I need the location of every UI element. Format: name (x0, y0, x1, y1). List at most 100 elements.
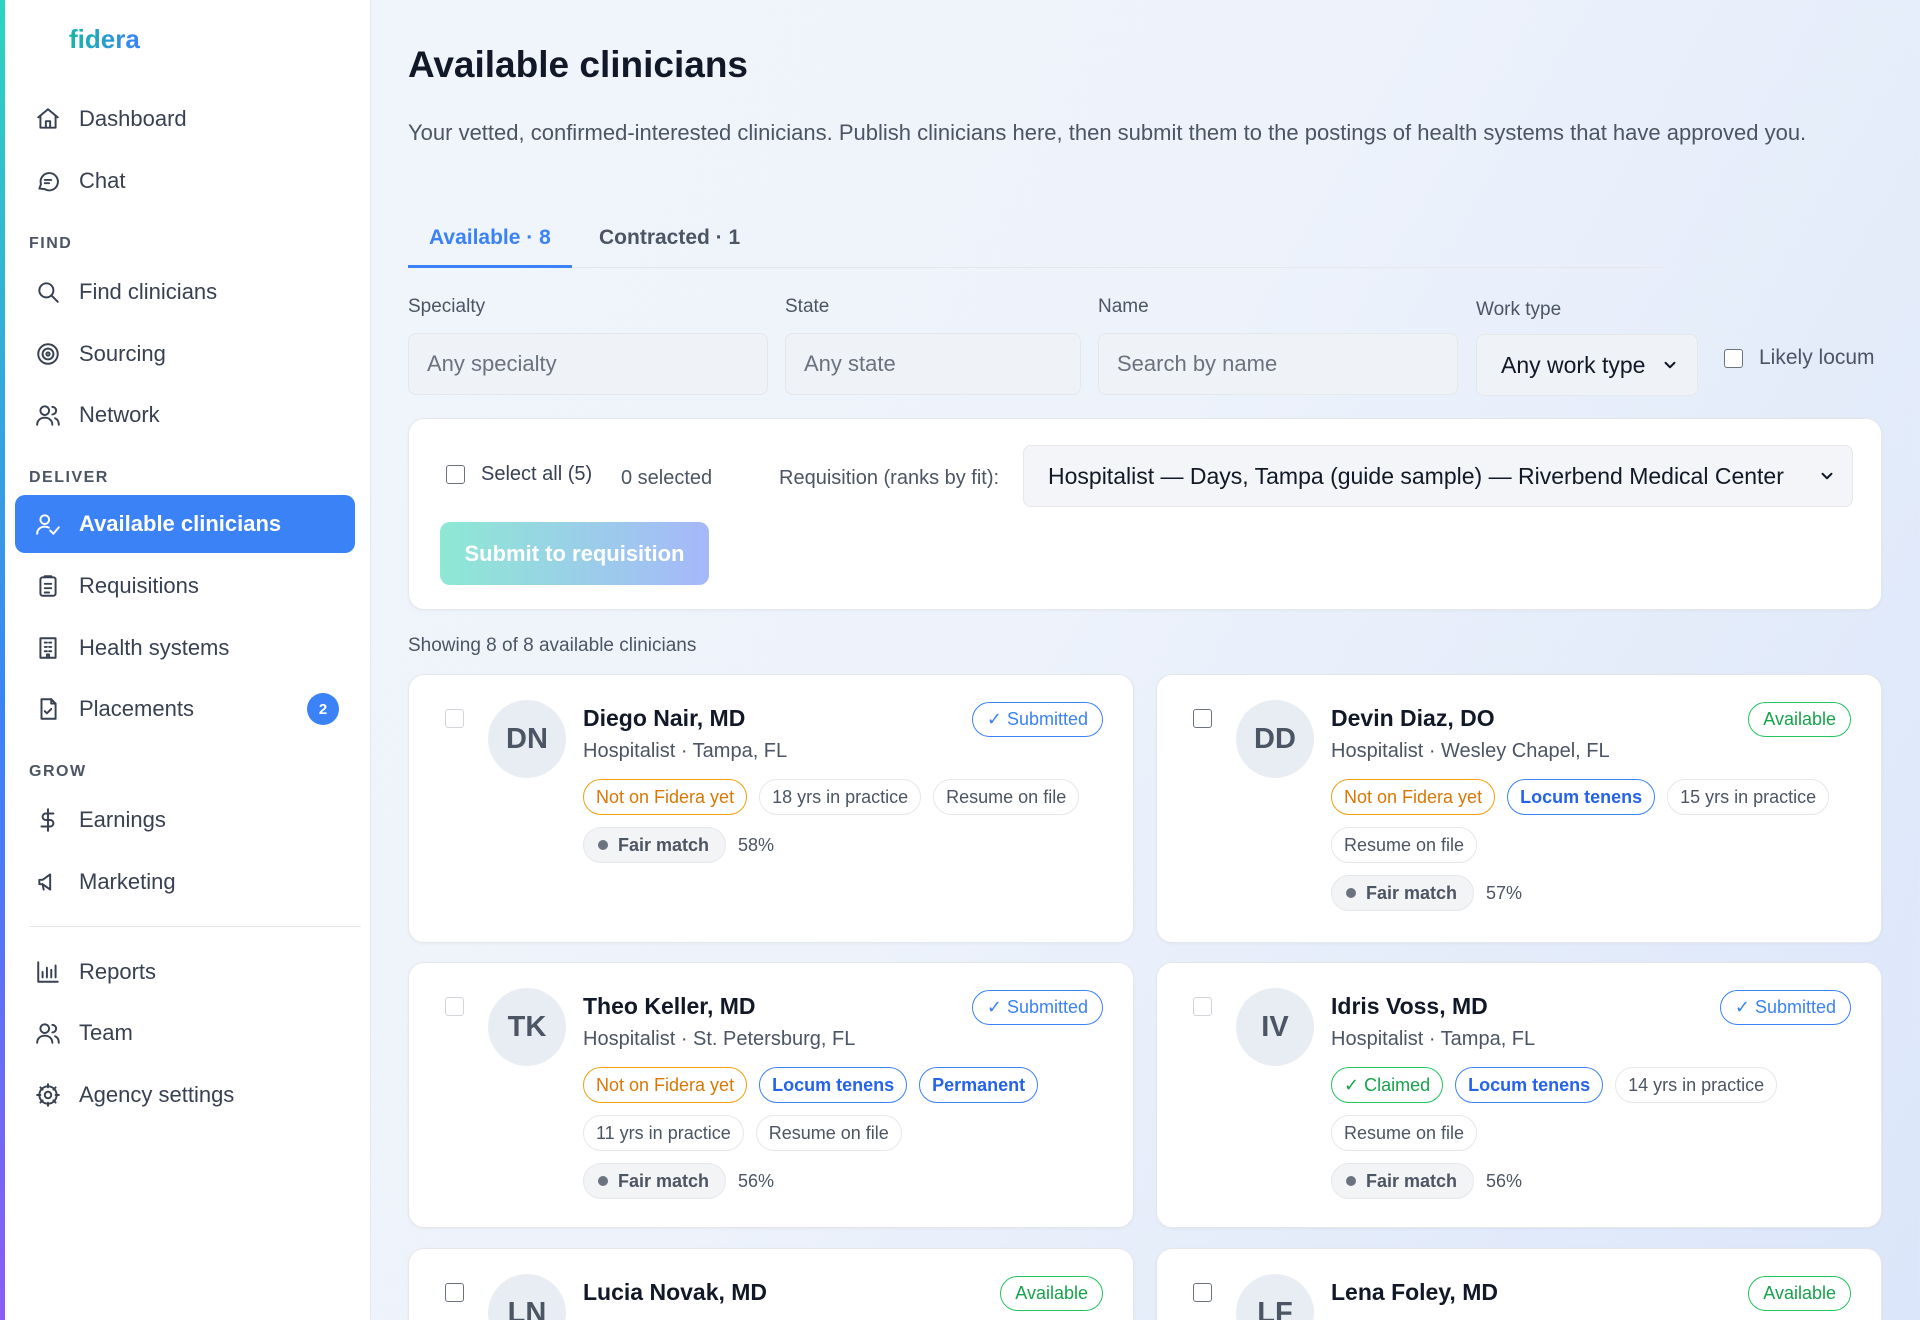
match-dot (1346, 888, 1356, 898)
select-all-checkbox[interactable] (446, 465, 465, 484)
sidebar-item-label: Placements (79, 696, 194, 721)
avatar: IV (1236, 988, 1314, 1066)
status-badge: Available (1748, 1276, 1851, 1311)
match-dot (598, 840, 608, 850)
tag-locum-tenens: Locum tenens (1455, 1067, 1604, 1103)
sidebar-item-placements[interactable]: Placements 2 (15, 680, 355, 738)
clinician-specialty-location: Hospitalist · Wesley Chapel, FL (1331, 740, 1610, 762)
name-label: Name (1098, 296, 1149, 317)
page-subtitle: Your vetted, confirmed-interested clinic… (408, 120, 1807, 145)
tag-experience: 11 yrs in practice (583, 1115, 744, 1151)
name-search-input[interactable] (1098, 333, 1458, 395)
sidebar-item-agency-settings[interactable]: Agency settings (15, 1066, 355, 1124)
bar-chart-icon (37, 961, 59, 983)
tag-list: Not on Fidera yet 18 yrs in practice Res… (583, 779, 1113, 863)
match-percent: 58% (738, 834, 775, 855)
sidebar-item-find-clinicians[interactable]: Find clinicians (15, 263, 355, 321)
match-label: Fair match (618, 1170, 710, 1191)
brand-logo[interactable]: fidera (69, 24, 140, 55)
sidebar-item-health-systems[interactable]: Health systems (15, 619, 355, 677)
sidebar-item-label: Chat (79, 168, 126, 193)
sidebar-item-label: Requisitions (79, 573, 199, 598)
sidebar-item-earnings[interactable]: Earnings (15, 791, 355, 849)
tag-list: ✓ Claimed Locum tenens 14 yrs in practic… (1331, 1067, 1861, 1199)
match-percent: 56% (738, 1170, 775, 1191)
card-select-checkbox[interactable] (1193, 1283, 1212, 1302)
clinician-card[interactable]: TK Theo Keller, MD Hospitalist · St. Pet… (408, 962, 1134, 1228)
sidebar-item-reports[interactable]: Reports (15, 943, 355, 1001)
search-icon (38, 282, 59, 303)
clinician-card[interactable]: DD Devin Diaz, DO Hospitalist · Wesley C… (1156, 674, 1882, 943)
card-select-checkbox[interactable] (445, 709, 464, 728)
card-select-checkbox[interactable] (1193, 997, 1212, 1016)
clinician-specialty-location: Hospitalist · St. Petersburg, FL (583, 1028, 856, 1050)
sidebar-item-dashboard[interactable]: Dashboard (15, 90, 355, 148)
home-icon (37, 108, 59, 129)
card-select-checkbox[interactable] (445, 1283, 464, 1302)
tag-locum-tenens: Locum tenens (759, 1067, 908, 1103)
status-badge: Available (1000, 1276, 1103, 1311)
tag-locum-tenens: Locum tenens (1507, 779, 1656, 815)
likely-locum-label: Likely locum (1759, 346, 1875, 369)
sidebar-item-network[interactable]: Network (15, 386, 355, 444)
work-type-label: Work type (1476, 299, 1562, 320)
sidebar-item-requisitions[interactable]: Requisitions (15, 557, 355, 615)
state-input[interactable] (785, 333, 1081, 395)
tag-not-on-fidera: Not on Fidera yet (583, 779, 748, 815)
clinician-name[interactable]: Idris Voss, MD (1331, 993, 1488, 1020)
work-type-value: Any work type (1501, 351, 1646, 378)
clinician-name[interactable]: Lena Foley, MD (1331, 1279, 1498, 1306)
likely-locum-checkbox[interactable] (1724, 348, 1743, 368)
tab-available[interactable]: Available · 8 (408, 222, 572, 268)
sidebar-item-team[interactable]: Team (15, 1004, 355, 1062)
clinician-specialty-location: Hospitalist · Tampa, FL (583, 740, 788, 762)
users-icon (36, 405, 60, 426)
sidebar-item-chat[interactable]: Chat (15, 152, 355, 210)
sidebar-item-sourcing[interactable]: Sourcing (15, 325, 355, 383)
avatar: LF (1236, 1274, 1314, 1320)
tab-bar: Available · 8 Contracted · 1 (408, 222, 1663, 268)
select-all[interactable]: Select all (5) (446, 463, 592, 486)
sidebar-item-label: Marketing (79, 869, 176, 894)
clinician-name[interactable]: Theo Keller, MD (583, 993, 756, 1020)
selected-count: 0 selected (621, 467, 713, 489)
tag-resume: Resume on file (1331, 1115, 1478, 1151)
status-badge: ✓ Submitted (971, 702, 1103, 737)
requisition-select[interactable]: Hospitalist — Days, Tampa (guide sample)… (1023, 445, 1853, 507)
sidebar-item-label: Sourcing (79, 341, 166, 366)
likely-locum-filter[interactable]: Likely locum (1724, 346, 1875, 370)
work-type-select[interactable]: Any work type (1476, 334, 1698, 396)
clinician-card[interactable]: IV Idris Voss, MD Hospitalist · Tampa, F… (1156, 962, 1882, 1228)
megaphone-icon (38, 873, 52, 891)
match-badge: Fair match (583, 827, 727, 863)
tag-claimed: ✓ Claimed (1331, 1067, 1444, 1103)
clinician-name[interactable]: Devin Diaz, DO (1331, 705, 1495, 732)
clinician-name[interactable]: Lucia Novak, MD (583, 1279, 767, 1306)
match-dot (598, 1176, 608, 1186)
requisition-label: Requisition (ranks by fit): (779, 467, 1000, 489)
match-row: Fair match 57% (1331, 875, 1861, 911)
clinician-name[interactable]: Diego Nair, MD (583, 705, 745, 732)
card-select-checkbox[interactable] (445, 997, 464, 1016)
card-select-checkbox[interactable] (1193, 709, 1212, 728)
tag-experience: 15 yrs in practice (1667, 779, 1830, 815)
match-badge: Fair match (1331, 875, 1475, 911)
building-icon (39, 637, 57, 659)
status-badge: ✓ Submitted (1719, 990, 1851, 1025)
sidebar-item-label: Agency settings (79, 1082, 235, 1107)
match-label: Fair match (1366, 882, 1458, 903)
dollar-icon (40, 808, 55, 832)
specialty-input[interactable] (408, 333, 768, 395)
match-dot (1346, 1176, 1356, 1186)
tab-contracted[interactable]: Contracted · 1 (578, 222, 761, 268)
bulk-action-panel: Select all (5) 0 selected Requisition (r… (408, 418, 1882, 610)
submit-to-requisition-button[interactable]: Submit to requisition (440, 522, 709, 585)
avatar: TK (488, 988, 566, 1066)
sidebar-item-available-clinicians[interactable]: Available clinicians (15, 495, 355, 553)
sidebar-section-deliver: DELIVER (29, 469, 109, 486)
clinician-card[interactable]: DN Diego Nair, MD Hospitalist · Tampa, F… (408, 674, 1134, 943)
clinician-card[interactable]: LN Lucia Novak, MD Available (408, 1248, 1134, 1320)
sidebar-item-marketing[interactable]: Marketing (15, 853, 355, 911)
match-label: Fair match (1366, 1170, 1458, 1191)
clinician-card[interactable]: LF Lena Foley, MD Available (1156, 1248, 1882, 1320)
